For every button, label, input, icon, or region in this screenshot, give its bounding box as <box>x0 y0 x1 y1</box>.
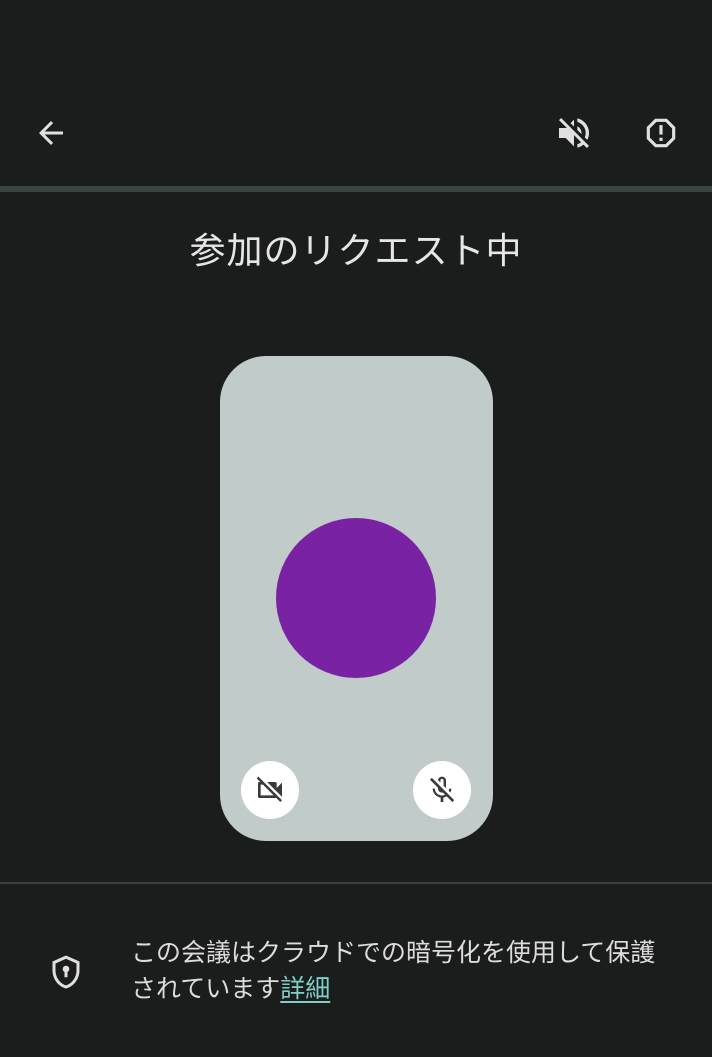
back-button[interactable] <box>23 105 79 161</box>
videocam-off-icon <box>256 776 282 802</box>
avatar <box>276 518 436 678</box>
page-title: 参加のリクエスト中 <box>189 231 523 272</box>
report-octagon-icon <box>646 118 676 148</box>
top-app-bar <box>0 0 712 188</box>
loading-progress-bar <box>0 186 712 192</box>
encryption-shield-icon <box>52 955 80 989</box>
encryption-notice-text: この会議はクラウドでの暗号化を使用して保護されています <box>131 938 656 1003</box>
speaker-toggle-button[interactable] <box>546 105 602 161</box>
self-preview-card <box>220 356 493 841</box>
learn-more-link[interactable]: 詳細 <box>280 974 330 1003</box>
report-problem-button[interactable] <box>633 105 689 161</box>
arrow-back-icon <box>39 121 63 145</box>
volume-off-icon <box>559 118 589 148</box>
footer-divider <box>0 882 712 884</box>
screen: 参加のリクエスト中 この会議はクラウドでの暗号化を使用して保護されています詳細 <box>0 0 712 1057</box>
mic-off-icon <box>430 776 455 803</box>
microphone-toggle-button[interactable] <box>413 761 471 819</box>
camera-toggle-button[interactable] <box>241 761 299 819</box>
shield-container <box>44 950 88 994</box>
encryption-notice: この会議はクラウドでの暗号化を使用して保護されています詳細 <box>131 935 676 1007</box>
